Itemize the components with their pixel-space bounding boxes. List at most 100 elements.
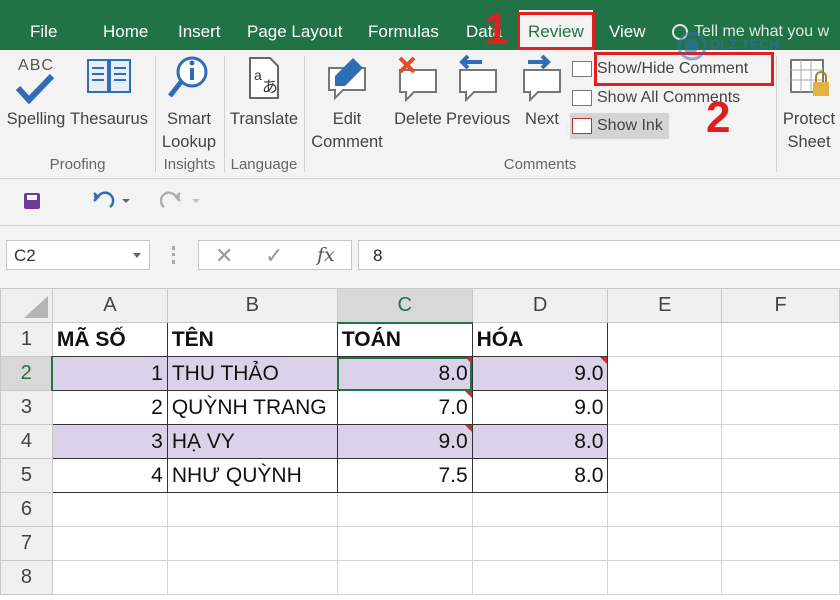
previous-comment-icon [453,54,503,106]
smart-lookup-button[interactable]: Smart Lookup [157,54,221,154]
column-header-f[interactable]: F [721,288,840,323]
select-all-corner[interactable] [0,288,53,323]
protect-sheet-button[interactable]: Protect Sheet [778,54,840,154]
cell-f4[interactable] [721,424,840,459]
row-header-8[interactable]: 8 [0,560,53,595]
cell-e5[interactable] [607,458,723,493]
translate-button[interactable]: aあ Translate [227,54,301,131]
cell-b2[interactable]: THU THẢO [166,356,338,391]
edit-comment-button[interactable]: Edit Comment [306,54,388,154]
cell-e6[interactable] [607,492,723,527]
tab-formulas[interactable]: Formulas [368,10,439,50]
cell-f3[interactable] [721,390,840,425]
cell-e2[interactable] [607,356,723,391]
row-header-1[interactable]: 1 [0,322,53,357]
column-header-b[interactable]: B [166,288,338,323]
cell-a8[interactable] [51,560,168,595]
tab-page-layout[interactable]: Page Layout [247,10,342,50]
row-header-7[interactable]: 7 [0,526,53,561]
cell-e7[interactable] [607,526,723,561]
cell-d7[interactable] [471,526,609,561]
row-header-6[interactable]: 6 [0,492,53,527]
cell-f6[interactable] [721,492,840,527]
separator [776,56,777,172]
cell-f8[interactable] [721,560,840,595]
delete-comment-button[interactable]: Delete [390,54,446,131]
separator [155,56,156,172]
cell-e3[interactable] [607,390,723,425]
cell-a6[interactable] [51,492,168,527]
cell-d8[interactable] [471,560,609,595]
cell-a4[interactable]: 3 [51,424,168,459]
cell-b1[interactable]: TÊN [166,322,338,357]
column-header-d[interactable]: D [471,288,609,323]
chevron-down-icon[interactable] [133,253,141,258]
cell-b7[interactable] [166,526,338,561]
group-language: Language [230,156,298,173]
cell-d4[interactable]: 8.0 [471,424,609,459]
undo-icon[interactable] [90,189,130,218]
tab-home[interactable]: Home [103,10,148,50]
previous-label: Previous [446,110,511,128]
cell-b4[interactable]: HẠ VY [166,424,338,459]
cell-b5[interactable]: NHƯ QUỲNH [166,458,338,493]
row-header-4[interactable]: 4 [0,424,53,459]
tab-insert[interactable]: Insert [178,10,221,50]
table-row: 4 3 HẠ VY 9.0 8.0 [0,424,840,459]
watermark-text: DLZ TECH [710,36,780,52]
cell-f7[interactable] [721,526,840,561]
thesaurus-button[interactable]: Thesaurus [70,54,148,131]
cell-e8[interactable] [607,560,723,595]
row-header-3[interactable]: 3 [0,390,53,425]
cell-f5[interactable] [721,458,840,493]
cell-c5[interactable]: 7.5 [336,458,473,493]
step-2-label: 2 [706,93,731,142]
show-ink-button[interactable]: Show Ink [570,113,669,139]
cell-d5[interactable]: 8.0 [471,458,609,493]
save-icon[interactable] [24,193,40,209]
cell-d2[interactable]: 9.0 [471,356,609,391]
column-header-a[interactable]: A [51,288,168,323]
comment-indicator-icon [600,357,607,364]
cell-d6[interactable] [471,492,609,527]
cell-b8[interactable] [166,560,338,595]
cell-d3[interactable]: 9.0 [471,390,609,425]
cell-f1[interactable] [721,322,840,357]
cell-c6[interactable] [336,492,473,527]
name-box[interactable]: C2 [6,240,150,270]
cell-d1[interactable]: HÓA [471,322,609,357]
row-header-5[interactable]: 5 [0,458,53,493]
cell-a3[interactable]: 2 [51,390,168,425]
cell-a1[interactable]: MÃ SỐ [51,322,168,357]
cell-e1[interactable] [607,322,723,357]
cell-c1[interactable]: TOÁN [336,322,473,357]
cell-c4-value: 9.0 [438,429,468,453]
formula-input[interactable]: 8 [358,240,840,270]
enter-icon[interactable]: ✓ [265,243,283,269]
cancel-icon[interactable]: ✕ [215,243,233,269]
cell-a7[interactable] [51,526,168,561]
cell-a5[interactable]: 4 [51,458,168,493]
spelling-button[interactable]: ABC Spelling [4,54,68,131]
cell-a2[interactable]: 1 [51,356,168,391]
tab-file[interactable]: File [30,10,57,50]
cell-c8[interactable] [336,560,473,595]
insert-function-icon[interactable]: fx [317,244,335,266]
cell-c3[interactable]: 7.0 [336,390,473,425]
tab-view[interactable]: View [609,10,646,50]
cell-f2[interactable] [721,356,840,391]
cell-c7[interactable] [336,526,473,561]
previous-comment-button[interactable]: Previous [446,54,510,131]
separator [304,56,305,172]
column-header-c[interactable]: C [336,288,473,324]
delete-comment-icon [393,54,443,106]
cell-b6[interactable] [166,492,338,527]
row-header-2[interactable]: 2 [0,356,54,391]
cell-e4[interactable] [607,424,723,459]
next-comment-button[interactable]: Next [514,54,570,131]
cell-b3[interactable]: QUỲNH TRANG [166,390,338,425]
column-header-e[interactable]: E [607,288,723,323]
cell-c4[interactable]: 9.0 [336,424,473,459]
edit-comment-label-2: Comment [311,133,383,151]
cell-c2[interactable]: 8.0 [336,356,473,391]
